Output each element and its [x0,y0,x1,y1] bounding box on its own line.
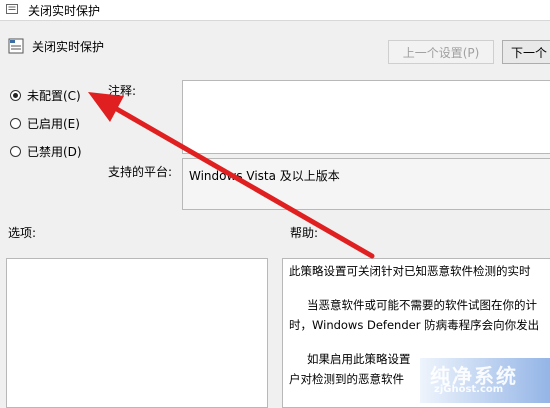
watermark-logo: 纯净系统 zjGhost.com [420,358,550,403]
annotation-arrow [88,92,375,259]
annotation-arrow-head [88,92,124,122]
annotation-arrow-shaft [105,101,375,259]
watermark-url: zjGhost.com [434,384,504,395]
